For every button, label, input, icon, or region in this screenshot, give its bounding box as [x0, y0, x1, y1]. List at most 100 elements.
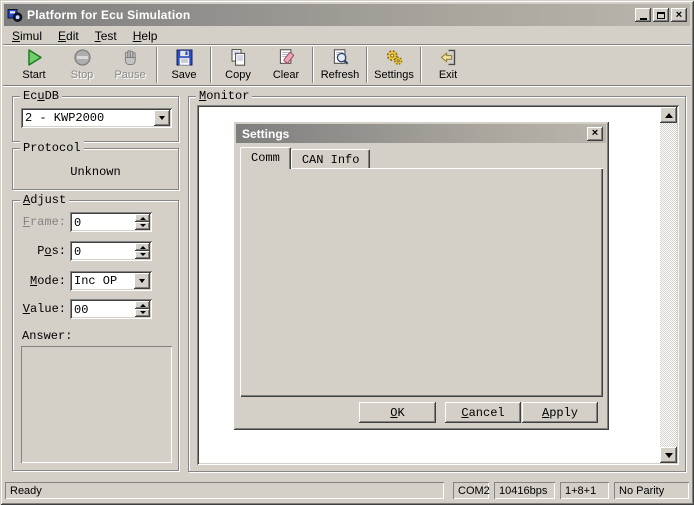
toolbar-separator: [156, 47, 158, 83]
value-spin-down-button[interactable]: [135, 309, 150, 317]
pos-label: Pos:: [19, 244, 70, 258]
scroll-down-button[interactable]: [660, 447, 677, 463]
scroll-up-button[interactable]: [660, 107, 677, 123]
frame-spin-up-button[interactable]: [135, 214, 150, 222]
tab-can-info[interactable]: CAN Info: [291, 149, 371, 168]
maximize-icon: [657, 12, 665, 19]
maximize-button[interactable]: [653, 8, 669, 22]
chevron-down-icon: [159, 116, 165, 123]
pause-button: Pause: [106, 46, 154, 84]
monitor-vertical-scrollbar[interactable]: [660, 107, 677, 463]
tab-comm[interactable]: Comm: [240, 147, 291, 169]
ecudb-legend: EcuDB: [20, 89, 62, 103]
close-icon: ×: [592, 128, 598, 139]
mode-dropdown-button[interactable]: [134, 273, 150, 289]
close-icon: ×: [676, 10, 682, 21]
toolbar: Start Stop Pause Save Copy Clear Refresh: [3, 44, 691, 86]
status-com-port: COM2: [453, 482, 489, 499]
toolbar-separator: [420, 47, 422, 83]
frame-input[interactable]: [70, 212, 135, 232]
value-spin-up-button[interactable]: [135, 301, 150, 309]
frame-spin-down-button[interactable]: [135, 222, 150, 230]
ecudb-dropdown-button[interactable]: [154, 110, 170, 126]
stop-button: Stop: [58, 46, 106, 84]
start-play-icon: [24, 47, 45, 68]
value-input[interactable]: [70, 299, 135, 319]
pos-spinner[interactable]: [70, 241, 152, 261]
ecudb-group: EcuDB 2 - KWP2000: [12, 96, 179, 142]
pos-spin-down-button[interactable]: [135, 251, 150, 259]
settings-button[interactable]: Settings: [370, 46, 418, 84]
mode-combobox[interactable]: Inc OP: [70, 271, 152, 291]
minimize-icon: [640, 18, 647, 20]
status-frame-format: 1+8+1: [560, 482, 609, 499]
toolbar-separator: [366, 47, 368, 83]
pause-hand-icon: [120, 47, 141, 68]
answer-box: [21, 346, 172, 463]
menu-edit[interactable]: Edit: [50, 28, 87, 44]
stop-sign-icon: [72, 47, 93, 68]
pos-spin-up-button[interactable]: [135, 243, 150, 251]
dialog-title-bar[interactable]: Settings ×: [236, 124, 606, 143]
copy-pages-icon: [228, 47, 249, 68]
exit-button[interactable]: Exit: [424, 46, 472, 84]
protocol-value: Unknown: [13, 165, 178, 179]
ok-button[interactable]: OK: [359, 402, 436, 423]
window-title: Platform for Ecu Simulation: [27, 8, 631, 22]
spin-up-icon: [140, 243, 146, 249]
status-bar: Ready COM2 10416bps 1+8+1 No Parity: [3, 478, 691, 502]
toolbar-separator: [210, 47, 212, 83]
ecudb-value: 2 - KWP2000: [25, 111, 154, 125]
close-button[interactable]: ×: [671, 8, 687, 22]
adjust-group: Adjust Frame: Pos: Mode: Inc OP Value:: [12, 200, 179, 471]
scroll-down-icon: [665, 453, 673, 462]
scroll-up-icon: [665, 109, 673, 118]
value-spinner[interactable]: [70, 299, 152, 319]
answer-label: Answer:: [22, 329, 72, 343]
chevron-down-icon: [139, 279, 145, 286]
pos-input[interactable]: [70, 241, 135, 261]
spin-down-icon: [140, 253, 146, 259]
settings-gears-icon: [384, 47, 405, 68]
status-message: Ready: [5, 482, 444, 499]
dialog-title: Settings: [242, 127, 587, 141]
spin-down-icon: [140, 224, 146, 230]
menu-simul[interactable]: Simul: [4, 28, 50, 44]
mode-value: Inc OP: [74, 274, 134, 288]
mode-label: Mode:: [19, 274, 70, 288]
frame-spinner[interactable]: [70, 212, 152, 232]
settings-dialog: Settings × Comm CAN Info COMPort: COM1 B…: [233, 121, 609, 430]
status-parity: No Parity: [614, 482, 689, 499]
title-bar[interactable]: Platform for Ecu Simulation ×: [4, 4, 690, 26]
refresh-button[interactable]: Refresh: [316, 46, 364, 84]
app-icon: [7, 7, 23, 23]
cancel-button[interactable]: Cancel: [445, 402, 521, 423]
spin-down-icon: [140, 311, 146, 317]
toolbar-separator: [312, 47, 314, 83]
spin-up-icon: [140, 214, 146, 220]
exit-door-icon: [438, 47, 459, 68]
value-label: Value:: [19, 302, 70, 316]
dialog-close-button[interactable]: ×: [587, 127, 603, 141]
protocol-group: Protocol Unknown: [12, 148, 179, 190]
ecudb-combobox[interactable]: 2 - KWP2000: [21, 108, 172, 128]
save-button[interactable]: Save: [160, 46, 208, 84]
clear-button[interactable]: Clear: [262, 46, 310, 84]
status-baud-rate: 10416bps: [494, 482, 555, 499]
minimize-button[interactable]: [635, 8, 651, 22]
clear-eraser-icon: [276, 47, 297, 68]
save-floppy-icon: [174, 47, 195, 68]
menu-test[interactable]: Test: [87, 28, 125, 44]
menu-help[interactable]: Help: [125, 28, 166, 44]
monitor-legend: Monitor: [196, 89, 252, 103]
copy-button[interactable]: Copy: [214, 46, 262, 84]
apply-button[interactable]: Apply: [522, 402, 598, 423]
protocol-legend: Protocol: [20, 141, 84, 155]
app-window: Platform for Ecu Simulation × Simul Edit…: [0, 0, 694, 505]
menu-bar: Simul Edit Test Help: [4, 27, 690, 44]
comm-tab-page: [240, 168, 603, 397]
dialog-tabs: Comm CAN Info: [240, 147, 370, 169]
refresh-magnifier-icon: [330, 47, 351, 68]
start-button[interactable]: Start: [10, 46, 58, 84]
frame-label: Frame:: [19, 215, 70, 229]
